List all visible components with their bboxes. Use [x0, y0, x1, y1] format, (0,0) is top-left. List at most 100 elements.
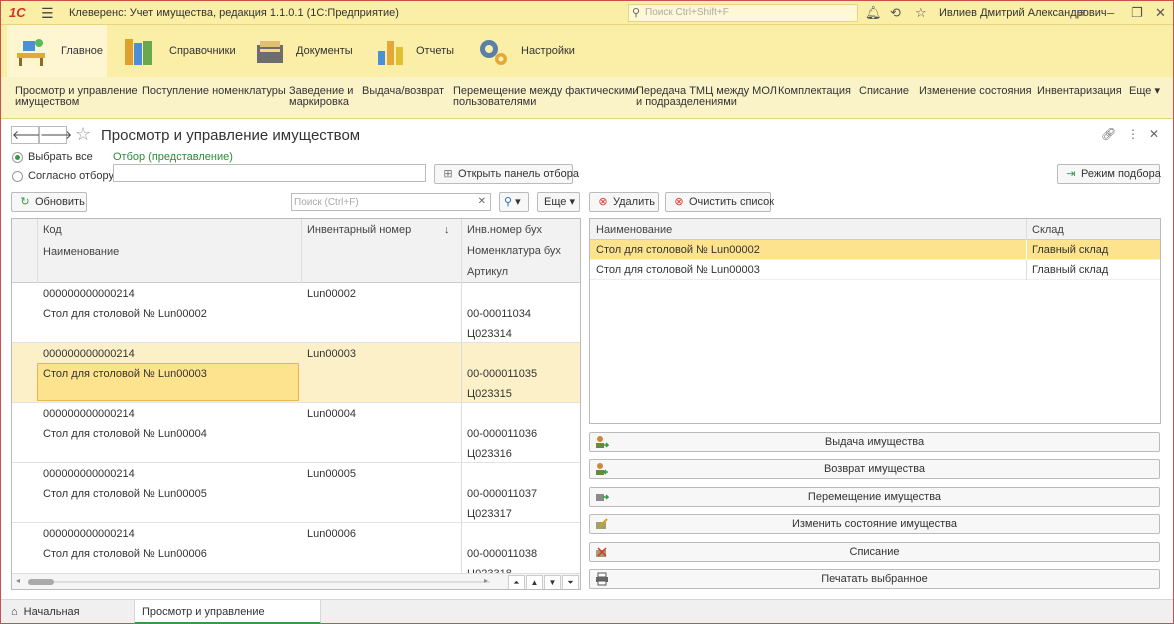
scroll-thumb[interactable]: [28, 579, 54, 585]
cell-nom-buh: 00-000011035: [467, 368, 538, 380]
scroll-right-icon[interactable]: ▸: [484, 576, 488, 585]
clear-list-button[interactable]: ⊗ Очистить список: [665, 192, 774, 212]
move-icon: [596, 494, 609, 501]
1c-logo-icon[interactable]: 1С: [9, 5, 26, 20]
table-row[interactable]: 000000000000214 Стол для столовой № Lun0…: [12, 463, 580, 523]
history-icon[interactable]: ⟲: [890, 5, 901, 21]
col-header-code[interactable]: Код: [43, 224, 62, 236]
filter-panel-icon: ⊞: [443, 168, 453, 180]
form-title: Просмотр и управление имуществом: [101, 127, 361, 144]
cell-name: Стол для столовой № Lun00004: [43, 428, 207, 440]
function-link-issue-return[interactable]: Выдача/возврат: [362, 86, 444, 97]
horizontal-scrollbar[interactable]: ◂ ▸ ⏶ ▲ ▼ ⏷: [12, 573, 580, 589]
cell-warehouse: Главный склад: [1032, 264, 1109, 276]
col-header-name[interactable]: Наименование: [596, 224, 672, 236]
write-off-icon: [596, 547, 607, 557]
search-options-button[interactable]: ⚲ ▾: [499, 192, 529, 212]
clear-search-icon[interactable]: ✕: [478, 196, 486, 207]
move-property-button[interactable]: Перемещение имущества: [589, 487, 1160, 507]
function-link-receipt[interactable]: Поступление номенклатуры: [142, 86, 286, 97]
pick-mode-button[interactable]: ⇥ Режим подбора: [1057, 164, 1161, 184]
bell-icon[interactable]: 🔔︎: [865, 5, 882, 21]
main-menu-icon[interactable]: ☰: [41, 5, 54, 22]
function-link-move-users[interactable]: Перемещение между фактическими пользовате…: [453, 86, 639, 108]
radio-by-filter[interactable]: [12, 171, 23, 182]
open-filter-panel-button[interactable]: ⊞ Открыть панель отбора: [434, 164, 579, 184]
col-header-nom-buh[interactable]: Номенклатура бух: [467, 245, 561, 257]
scroll-page-up-icon[interactable]: ▲: [526, 575, 543, 589]
scroll-page-down-icon[interactable]: ▼: [544, 575, 561, 589]
title-bar: 1С ☰ Клеверенс: Учет имущества, редакция…: [1, 1, 1173, 25]
selected-items-grid[interactable]: Наименование Склад Стол для столовой № L…: [589, 218, 1161, 424]
restore-icon[interactable]: ❐: [1131, 5, 1143, 21]
function-more-menu[interactable]: Еще ▾: [1129, 86, 1160, 97]
print-selected-button[interactable]: Печатать выбранное: [589, 569, 1160, 589]
cell-code: 000000000000214: [43, 408, 135, 420]
table-row[interactable]: 000000000000214 Стол для столовой № Lun0…: [12, 283, 580, 343]
section-catalogs[interactable]: Справочники: [115, 25, 236, 77]
cell-name: Стол для столовой № Lun00003: [43, 368, 207, 380]
cell-code: 000000000000214: [43, 288, 135, 300]
refresh-button[interactable]: ↻ Обновить: [11, 192, 87, 212]
property-list-grid[interactable]: Код Наименование Инвентарный номер ↓ Инв…: [11, 218, 581, 590]
radio-select-all[interactable]: [12, 152, 23, 163]
cell-nom-buh: 00-000011037: [467, 488, 538, 500]
forward-button[interactable]: 🡒: [39, 126, 72, 144]
favorite-star-icon[interactable]: ☆: [75, 124, 91, 145]
cell-code: 000000000000214: [43, 348, 135, 360]
function-link-write-off[interactable]: Списание: [859, 86, 909, 97]
cell-article: Ц023315: [467, 388, 512, 400]
col-header-inv[interactable]: Инвентарный номер: [307, 224, 411, 236]
write-off-button[interactable]: Списание: [589, 542, 1160, 562]
section-settings[interactable]: Настройки: [469, 25, 579, 77]
section-documents[interactable]: Документы: [246, 25, 356, 77]
function-link-change-state[interactable]: Изменение состояния: [919, 86, 1032, 97]
return-property-button[interactable]: Возврат имущества: [589, 459, 1160, 479]
table-row[interactable]: 000000000000214 Стол для столовой № Lun0…: [12, 403, 580, 463]
back-button[interactable]: 🡐: [11, 126, 44, 144]
col-header-article[interactable]: Артикул: [467, 266, 508, 278]
function-link-inventory[interactable]: Инвентаризация: [1037, 86, 1122, 97]
cell-code: 000000000000214: [43, 468, 135, 480]
cell-inv: Lun00003: [307, 348, 356, 360]
more-actions-button[interactable]: Еще ▾: [537, 192, 580, 212]
function-link-kitting[interactable]: Комплектация: [778, 86, 851, 97]
change-state-button[interactable]: Изменить состояние имущества: [589, 514, 1160, 534]
col-header-name[interactable]: Наименование: [43, 246, 119, 258]
app-title: Клеверенс: Учет имущества, редакция 1.1.…: [69, 7, 399, 19]
link-icon[interactable]: 🔗︎: [1101, 127, 1116, 141]
section-label: Главное: [61, 45, 104, 57]
function-link-transfer-mol[interactable]: Передача ТМЦ между МОЛ и подразделениями: [636, 86, 777, 108]
user-return-icon: [596, 463, 608, 475]
table-row[interactable]: Стол для столовой № Lun00003 Главный скл…: [590, 260, 1160, 280]
table-row-selected[interactable]: Стол для столовой № Lun00002 Главный скл…: [590, 240, 1160, 260]
close-form-icon[interactable]: ✕: [1149, 127, 1159, 141]
scroll-top-icon[interactable]: ⏶: [508, 575, 525, 589]
col-header-inv-buh[interactable]: Инв.номер бух: [467, 224, 542, 236]
col-header-warehouse[interactable]: Склад: [1032, 224, 1064, 236]
minimize-icon[interactable]: –: [1107, 5, 1114, 20]
global-search-input[interactable]: ⚲ Поиск Ctrl+Shift+F: [628, 4, 858, 22]
issue-property-button[interactable]: Выдача имущества: [589, 432, 1160, 452]
function-link-registration[interactable]: Заведение и маркировка: [289, 86, 353, 108]
function-link-view-manage[interactable]: Просмотр и управление имуществом: [15, 86, 138, 108]
section-reports[interactable]: Отчеты: [366, 25, 466, 77]
pick-mode-icon: ⇥: [1066, 168, 1076, 180]
tab-view-manage[interactable]: Просмотр и управление имуществом ✕: [134, 600, 321, 624]
documents-icon: [257, 41, 283, 63]
list-search-input[interactable]: Поиск (Ctrl+F) ✕: [291, 193, 491, 211]
table-row-selected[interactable]: 000000000000214 Стол для столовой № Lun0…: [12, 343, 580, 403]
settings-menu-icon[interactable]: ≡: [1078, 5, 1086, 20]
delete-button[interactable]: ⊗ Удалить: [589, 192, 659, 212]
tab-home-page[interactable]: ⌂Начальная страница: [7, 600, 129, 624]
close-window-icon[interactable]: ✕: [1155, 5, 1166, 21]
scroll-left-icon[interactable]: ◂: [16, 576, 20, 585]
cell-name: Стол для столовой № Lun00005: [43, 488, 207, 500]
cell-inv: Lun00005: [307, 468, 356, 480]
section-main[interactable]: Главное: [7, 25, 107, 77]
more-vertical-icon[interactable]: ⋮: [1127, 127, 1139, 141]
grid-header: Код Наименование Инвентарный номер ↓ Инв…: [12, 219, 580, 283]
filter-presentation-field[interactable]: [113, 164, 426, 182]
favorites-star-icon[interactable]: ☆: [915, 5, 927, 21]
scroll-bottom-icon[interactable]: ⏷: [562, 575, 579, 589]
